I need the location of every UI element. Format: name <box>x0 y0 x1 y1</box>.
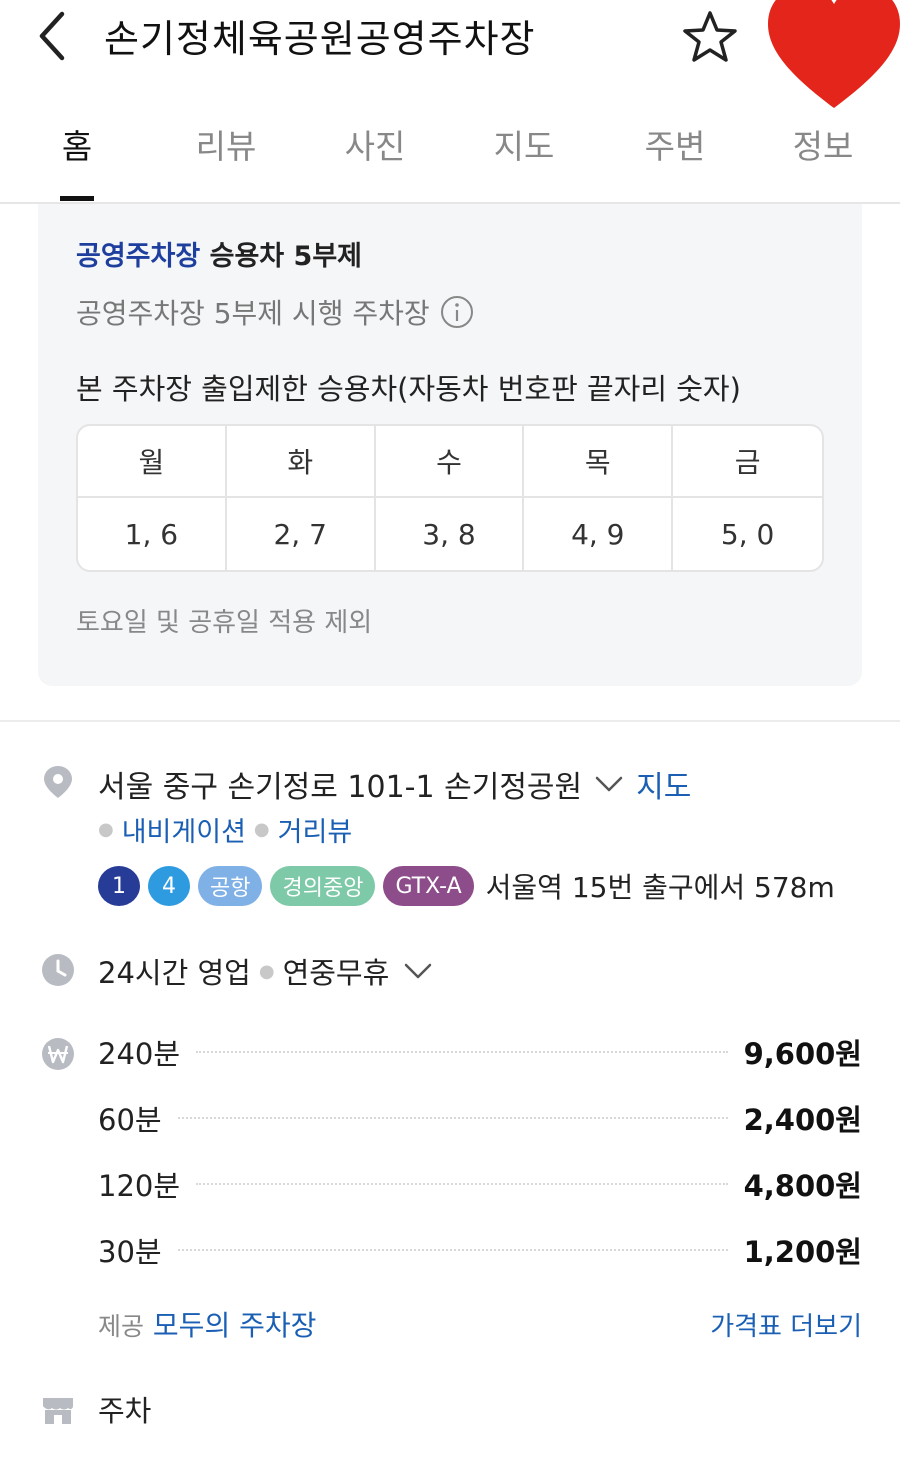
address-text: 서울 중구 손기정로 101-1 손기정공원 <box>98 770 583 805</box>
price-amount: 1,200원 <box>743 1235 862 1269</box>
store-icon <box>43 1398 73 1424</box>
rotation-subtitle: 공영주차장 5부제 시행 주차장 <box>76 297 430 330</box>
price-amount: 9,600원 <box>743 1037 862 1071</box>
price-row: 120분 4,800원 <box>98 1164 862 1204</box>
category-label: 주차 <box>98 1394 152 1428</box>
subway-line-badge: 1 <box>98 866 140 906</box>
clock-icon <box>42 954 74 986</box>
subway-line-badge: 4 <box>148 866 190 906</box>
rotation-table: 월 화 수 목 금 1, 6 2, 7 3, 8 4, 9 5, 0 <box>76 424 824 572</box>
price-row: 30분 1,200원 <box>98 1230 862 1270</box>
chevron-down-icon[interactable] <box>594 774 624 794</box>
favorite-star-icon[interactable] <box>680 8 740 68</box>
tab-nearby[interactable]: 주변 <box>615 120 735 168</box>
dotted-leader <box>196 1183 728 1185</box>
tab-home[interactable]: 홈 <box>17 120 137 168</box>
hours-holiday: 연중무휴 <box>282 956 390 990</box>
price-amount: 4,800원 <box>743 1169 862 1203</box>
rotation-note: 토요일 및 공휴일 적용 제외 <box>76 608 373 638</box>
rotation-digits-thu: 4, 9 <box>524 498 674 570</box>
price-provider: 제공 모두의 주차장 <box>98 1304 316 1344</box>
dotted-leader <box>196 1051 728 1053</box>
rotation-day-fri: 금 <box>673 426 822 498</box>
more-prices-link[interactable]: 가격표 더보기 <box>710 1306 862 1343</box>
rotation-day-tue: 화 <box>226 426 376 498</box>
rotation-description: 본 주차장 출입제한 승용차(자동차 번호판 끝자리 숫자) <box>76 372 741 406</box>
top-bar: 손기정체육공원공영주차장 <box>0 0 900 108</box>
dotted-leader <box>177 1117 728 1119</box>
separator-dot-icon: ● <box>258 960 275 982</box>
rotation-digits-tue: 2, 7 <box>227 498 376 570</box>
heart-sticker-icon <box>768 0 900 108</box>
rotation-digits-fri: 5, 0 <box>720 517 775 551</box>
dotted-leader <box>177 1249 728 1251</box>
subway-line-badge: 경의중앙 <box>270 866 376 906</box>
won-currency-icon <box>42 1038 74 1070</box>
rotation-system-card: 공영주차장 승용차 5부제 공영주차장 5부제 시행 주차장 본 주차장 출입제… <box>38 204 862 686</box>
back-arrow-icon[interactable] <box>30 8 74 64</box>
price-duration: 120분 <box>98 1169 181 1203</box>
tab-photo[interactable]: 사진 <box>315 120 435 168</box>
rotation-day-thu: 목 <box>524 426 674 498</box>
tab-review[interactable]: 리뷰 <box>166 120 286 168</box>
navigation-link[interactable]: 내비게이션 <box>122 810 246 849</box>
tab-map[interactable]: 지도 <box>464 120 584 168</box>
rotation-heading-rest: 승용차 5부제 <box>209 241 362 272</box>
rotation-heading-highlight: 공영주차장 <box>76 241 201 272</box>
subway-distance: 서울역 15번 출구에서 578m <box>485 871 835 904</box>
subway-line-badge: 공항 <box>198 866 263 906</box>
active-tab-indicator <box>60 196 94 201</box>
price-row: 240분 9,600원 <box>98 1032 862 1072</box>
rotation-day-wed: 수 <box>375 426 525 498</box>
subway-line-badge: GTX-A <box>383 866 474 906</box>
section-divider <box>0 720 900 722</box>
address-row: 서울 중구 손기정로 101-1 손기정공원 지도 <box>98 762 691 806</box>
info-icon[interactable] <box>440 295 474 329</box>
price-duration: 30분 <box>98 1235 162 1269</box>
price-duration: 240분 <box>98 1037 181 1071</box>
provider-link[interactable]: 모두의 주차장 <box>153 1309 316 1342</box>
provider-prefix: 제공 <box>98 1312 145 1341</box>
hours-row[interactable]: 24시간 영업 ● 연중무휴 <box>98 950 433 992</box>
address-links: ● 내비게이션 ● 거리뷰 <box>98 810 352 849</box>
price-row: 60분 2,400원 <box>98 1098 862 1138</box>
separator-dot-icon: ● <box>253 819 270 840</box>
hours-status: 24시간 영업 <box>98 956 251 990</box>
price-amount: 2,400원 <box>743 1103 862 1137</box>
rotation-digits-mon: 1, 6 <box>78 498 227 570</box>
rotation-heading: 공영주차장 승용차 5부제 <box>76 234 362 273</box>
location-pin-icon <box>44 766 72 798</box>
rotation-digits-wed: 3, 8 <box>376 498 525 570</box>
rotation-day-mon: 월 <box>78 426 227 498</box>
rotation-subtitle-row: 공영주차장 5부제 시행 주차장 <box>76 292 474 332</box>
tab-bar: 홈 리뷰 사진 지도 주변 정보 <box>0 108 900 204</box>
tab-info[interactable]: 정보 <box>763 120 883 168</box>
chevron-down-icon[interactable] <box>403 961 433 981</box>
price-duration: 60분 <box>98 1103 162 1137</box>
subway-row: 1 4 공항 경의중앙 GTX-A 서울역 15번 출구에서 578m <box>98 866 835 906</box>
map-link[interactable]: 지도 <box>636 762 691 806</box>
separator-dot-icon: ● <box>98 819 114 840</box>
page-title: 손기정체육공원공영주차장 <box>104 17 536 61</box>
street-view-link[interactable]: 거리뷰 <box>278 810 353 849</box>
